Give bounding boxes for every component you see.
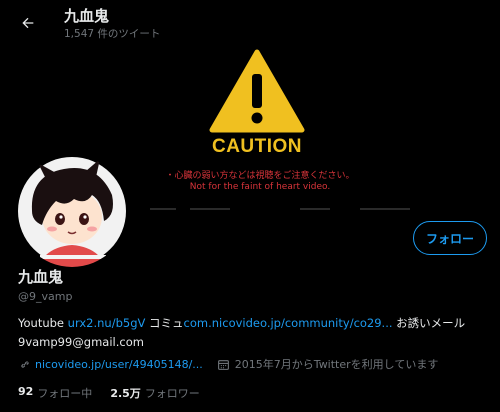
back-arrow-icon — [22, 17, 34, 29]
bio: Youtube urx2.nu/b5gV コミュcom.nicovideo.jp… — [18, 314, 488, 352]
banner-noise — [150, 208, 176, 210]
followers-link[interactable]: 2.5万 フォロワー — [110, 385, 200, 401]
banner-noise — [300, 208, 330, 210]
header-title: 九血鬼 — [64, 7, 110, 25]
followers-label: フォロワー — [144, 387, 200, 400]
bio-community-label: コミュ — [145, 316, 184, 330]
joined-date: 2015年7月からTwitterを利用しています — [234, 358, 439, 371]
warning-text-en: Not for the faint of heart video. — [189, 182, 331, 192]
warning-text-jp: ・心臓の弱い方などは視聴をご注意ください。 — [165, 171, 355, 181]
banner-noise — [360, 208, 410, 210]
website-item: nicovideo.jp/user/49405148/... — [18, 358, 203, 371]
banner-noise — [190, 208, 230, 210]
website-link[interactable]: nicovideo.jp/user/49405148/... — [35, 358, 203, 371]
caution-text: CAUTION — [211, 136, 303, 157]
bio-line-1: Youtube urx2.nu/b5gV コミュcom.nicovideo.jp… — [18, 314, 488, 333]
profile-header: 九血鬼 1,547 件のツイート — [0, 0, 500, 46]
bio-invite-label: お誘いメール — [392, 316, 466, 330]
following-label: フォロー中 — [37, 387, 93, 400]
joined-item: 2015年7月からTwitterを利用しています — [217, 356, 439, 372]
tweet-count: 1,547 件のツイート — [64, 28, 161, 40]
link-icon — [21, 360, 29, 368]
avatar-image — [18, 157, 126, 267]
calendar-icon — [217, 359, 229, 370]
caution-triangle-icon — [209, 49, 305, 133]
bio-youtube-label: Youtube — [18, 316, 68, 330]
back-button[interactable] — [14, 9, 42, 37]
follow-button[interactable]: フォロー — [413, 221, 487, 255]
follow-stats: 92 フォロー中 2.5万 フォロワー — [18, 385, 218, 401]
profile-meta: nicovideo.jp/user/49405148/... 2015年7月から… — [18, 356, 488, 372]
display-name: 九血鬼 — [18, 268, 64, 286]
following-link[interactable]: 92 フォロー中 — [18, 385, 92, 401]
youtube-link[interactable]: urx2.nu/b5gV — [68, 316, 146, 330]
following-count: 92 — [18, 385, 34, 398]
followers-count: 2.5万 — [110, 387, 141, 400]
avatar[interactable] — [16, 155, 128, 267]
handle: @9_vamp — [18, 290, 73, 303]
community-link[interactable]: com.nicovideo.jp/community/co29... — [184, 316, 393, 330]
bio-email: 9vamp99@gmail.com — [18, 335, 144, 349]
